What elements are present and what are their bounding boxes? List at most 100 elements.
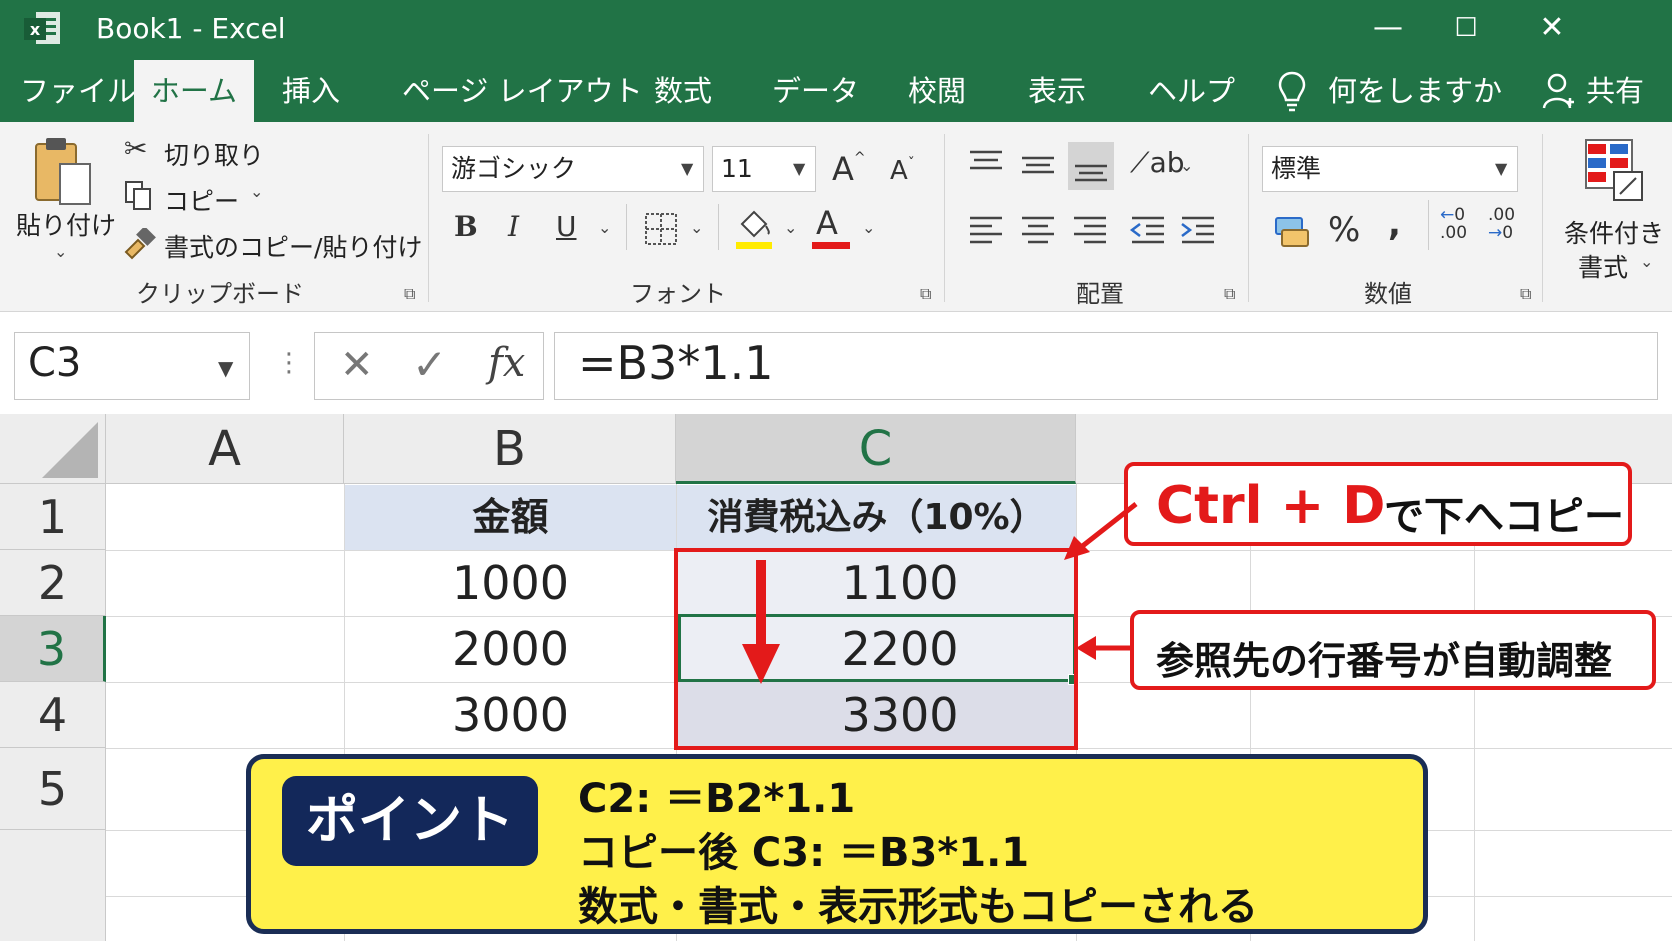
bold-button[interactable]: B <box>454 210 478 243</box>
copy-dropdown-icon[interactable]: ⌄ <box>250 182 263 201</box>
name-box-dropdown-icon[interactable]: ▼ <box>218 356 233 380</box>
conditional-formatting-icon[interactable] <box>1584 138 1646 204</box>
middle-align-icon[interactable] <box>1018 150 1058 180</box>
percent-style-button[interactable]: % <box>1328 210 1360 250</box>
point-line-3: 数式・書式・表示形式もコピーされる <box>578 884 1258 930</box>
comma-style-button[interactable]: , <box>1388 204 1401 244</box>
number-separator <box>1428 200 1429 250</box>
decrease-decimal-button[interactable]: .00 →0 <box>1488 206 1515 242</box>
underline-dropdown-icon[interactable]: ⌄ <box>598 218 611 237</box>
paste-dropdown-icon[interactable]: ⌄ <box>54 242 67 261</box>
row-header-empty <box>0 830 106 941</box>
tab-page-layout[interactable]: ページ レイアウト <box>396 60 649 122</box>
alignment-group-label: 配置 <box>1076 280 1124 308</box>
increase-decimal-label: .00 <box>1440 223 1468 243</box>
enter-formula-button[interactable]: ✓ <box>412 340 447 389</box>
paste-label[interactable]: 貼り付け <box>16 206 116 242</box>
increase-indent-icon[interactable] <box>1178 214 1218 246</box>
increase-decimal-button[interactable]: ←0.00 <box>1440 206 1467 242</box>
grow-font-button[interactable]: A^ <box>832 150 866 188</box>
cell-c1[interactable]: 消費税込み（10%） <box>677 485 1076 550</box>
tab-help[interactable]: ヘルプ <box>1142 60 1241 122</box>
minimize-button[interactable]: — <box>1358 6 1418 50</box>
cell-b1[interactable]: 金額 <box>345 485 676 550</box>
row-header-2[interactable]: 2 <box>0 550 106 616</box>
font-name-select[interactable]: 游ゴシック ▼ <box>442 146 704 192</box>
tab-file[interactable]: ファイル <box>14 60 142 122</box>
top-align-icon[interactable] <box>966 148 1006 178</box>
grow-font-letter: A <box>832 150 854 188</box>
cell-b3[interactable]: 2000 <box>345 616 676 682</box>
tab-home[interactable]: ホーム <box>134 60 254 124</box>
italic-button[interactable]: I <box>508 210 519 243</box>
conditional-formatting-label-2[interactable]: 書式 <box>1578 248 1628 284</box>
cut-button[interactable]: 切り取り <box>164 136 264 172</box>
decrease-indent-icon[interactable] <box>1128 214 1168 246</box>
tell-me-search[interactable]: 何をしますか <box>1322 60 1508 122</box>
copy-button[interactable]: コピー <box>164 182 239 218</box>
fill-color-icon[interactable] <box>734 206 774 250</box>
column-header-b[interactable]: B <box>344 414 676 484</box>
font-color-dropdown-icon[interactable]: ⌄ <box>862 218 875 237</box>
number-launcher-icon[interactable]: ⧉ <box>1520 284 1531 304</box>
font-color-letter[interactable]: A <box>816 204 838 242</box>
underline-button[interactable]: U <box>556 210 577 243</box>
font-separator <box>718 204 719 250</box>
scissors-icon: ✂ <box>124 132 148 165</box>
cancel-formula-button[interactable]: ✕ <box>340 342 374 388</box>
row-header-1[interactable]: 1 <box>0 484 106 550</box>
format-painter-button[interactable]: 書式のコピー/貼り付け <box>164 228 422 264</box>
column-header-a[interactable]: A <box>106 414 344 484</box>
tab-review[interactable]: 校閲 <box>902 60 972 122</box>
conditional-formatting-label[interactable]: 条件付き <box>1564 214 1664 250</box>
callout-arrow-icon <box>1076 636 1132 660</box>
select-all-button[interactable] <box>0 414 106 484</box>
accounting-format-icon[interactable] <box>1274 212 1310 248</box>
font-launcher-icon[interactable]: ⧉ <box>920 284 931 304</box>
down-arrow-icon <box>742 560 780 684</box>
number-group-label: 数値 <box>1364 280 1412 308</box>
select-all-triangle-icon <box>42 422 98 478</box>
orientation-icon[interactable]: ⟋ab <box>1130 146 1185 180</box>
row-header-5[interactable]: 5 <box>0 748 106 830</box>
fill-color-dropdown-icon[interactable]: ⌄ <box>784 218 797 237</box>
tab-formulas[interactable]: 数式 <box>648 60 718 122</box>
tab-view[interactable]: 表示 <box>1022 60 1092 122</box>
point-line-2: コピー後 C3: ＝B3*1.1 <box>578 830 1030 876</box>
align-right-icon[interactable] <box>1070 214 1110 246</box>
name-box-value: C3 <box>28 340 82 386</box>
number-format-select[interactable]: 標準 ▼ <box>1262 146 1518 192</box>
align-center-icon[interactable] <box>1018 214 1058 246</box>
cell-b2[interactable]: 1000 <box>345 550 676 616</box>
maximize-button[interactable]: ☐ <box>1436 6 1496 50</box>
close-button[interactable]: ✕ <box>1522 6 1582 50</box>
orientation-dropdown-icon[interactable]: ⌄ <box>1180 156 1193 175</box>
formula-bar-grip-icon[interactable]: ⋮ <box>276 348 302 378</box>
ctrl-d-text: で下へコピー <box>1384 494 1624 540</box>
font-size-select[interactable]: 11 ▼ <box>712 146 816 192</box>
ctrl-d-shortcut: Ctrl + D <box>1156 476 1386 536</box>
group-separator <box>1542 134 1543 302</box>
paste-icon[interactable] <box>30 134 94 208</box>
shrink-font-button[interactable]: Aˇ <box>890 156 915 186</box>
borders-icon[interactable] <box>644 212 678 246</box>
tab-insert[interactable]: 挿入 <box>276 60 346 122</box>
alignment-launcher-icon[interactable]: ⧉ <box>1224 284 1235 304</box>
conditional-formatting-dropdown-icon[interactable]: ⌄ <box>1640 252 1653 271</box>
gridline <box>1474 484 1475 941</box>
decrease-decimal-label: .00 <box>1488 205 1516 225</box>
clipboard-launcher-icon[interactable]: ⧉ <box>404 284 415 304</box>
font-separator <box>626 204 627 250</box>
row-header-4[interactable]: 4 <box>0 682 106 748</box>
clipboard-group-label: クリップボード <box>136 280 304 308</box>
row-header-3[interactable]: 3 <box>0 616 106 682</box>
column-header-c[interactable]: C <box>676 414 1076 484</box>
bottom-align-button[interactable] <box>1068 142 1114 190</box>
share-button[interactable]: 共有 <box>1580 60 1650 122</box>
ref-adjust-callout: 参照先の行番号が自動調整 <box>1130 610 1656 690</box>
insert-function-button[interactable]: fx <box>488 340 525 386</box>
tab-data[interactable]: データ <box>766 60 865 122</box>
borders-dropdown-icon[interactable]: ⌄ <box>690 218 703 237</box>
align-left-icon[interactable] <box>966 214 1006 246</box>
cell-b4[interactable]: 3000 <box>345 682 676 748</box>
